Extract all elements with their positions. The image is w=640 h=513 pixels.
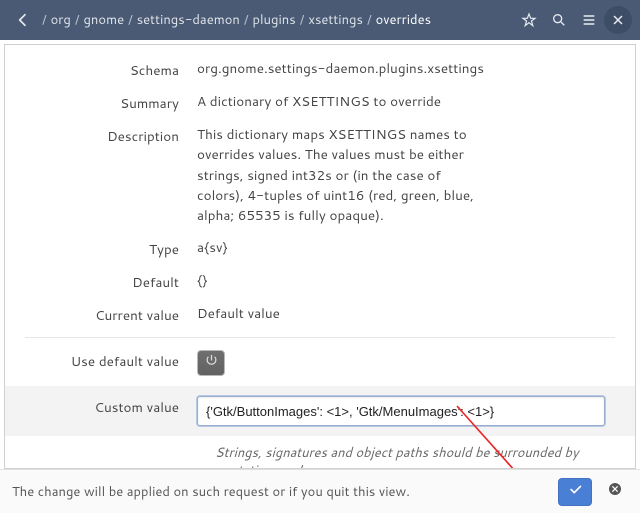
row-custom-value: Custom value <box>5 386 635 436</box>
crumb-plugins[interactable]: plugins <box>252 11 295 29</box>
power-icon <box>204 353 219 374</box>
search-button[interactable] <box>544 5 574 35</box>
crumb-xsettings[interactable]: xsettings <box>308 11 363 29</box>
custom-value-hint: Strings, signatures and object paths sho… <box>5 436 635 469</box>
row-description: Description This dictionary maps XSETTIN… <box>25 119 615 232</box>
use-default-toggle[interactable] <box>197 350 225 376</box>
value-summary: A dictionary of XSETTINGS to override <box>197 92 615 113</box>
back-button[interactable] <box>8 5 38 35</box>
bookmark-button[interactable] <box>514 5 544 35</box>
footer-message: The change will be applied on such reque… <box>12 483 558 501</box>
value-default: {} <box>197 271 615 292</box>
label-type: Type <box>25 238 197 259</box>
close-window-button[interactable] <box>604 6 632 34</box>
value-description: This dictionary maps XSETTINGS names to … <box>197 125 497 226</box>
row-default: Default {} <box>25 265 615 298</box>
label-default: Default <box>25 271 197 292</box>
apply-button[interactable] <box>558 478 592 506</box>
label-current: Current value <box>25 304 197 325</box>
crumb-settings-daemon[interactable]: settings-daemon <box>137 11 240 29</box>
label-use-default: Use default value <box>25 350 197 376</box>
crumb-gnome[interactable]: gnome <box>83 11 124 29</box>
row-type: Type a{sv} <box>25 232 615 265</box>
label-description: Description <box>25 125 197 226</box>
row-use-default: Use default value <box>25 337 615 382</box>
dismiss-button[interactable] <box>602 479 628 505</box>
value-schema: org.gnome.settings-daemon.plugins.xsetti… <box>197 59 615 80</box>
label-summary: Summary <box>25 92 197 113</box>
row-schema: Schema org.gnome.settings-daemon.plugins… <box>25 53 615 86</box>
value-current: Default value <box>197 304 615 325</box>
row-summary: Summary A dictionary of XSETTINGS to ove… <box>25 86 615 119</box>
crumb-overrides[interactable]: overrides <box>376 11 431 29</box>
menu-button[interactable] <box>574 5 604 35</box>
close-icon <box>607 481 623 502</box>
custom-value-input[interactable] <box>197 396 605 426</box>
check-icon <box>568 482 583 502</box>
row-current: Current value Default value <box>25 298 615 331</box>
breadcrumb: / org / gnome / settings-daemon / plugin… <box>42 11 514 29</box>
header-bar: / org / gnome / settings-daemon / plugin… <box>0 0 640 40</box>
label-schema: Schema <box>25 59 197 80</box>
content-panel: Schema org.gnome.settings-daemon.plugins… <box>4 44 636 469</box>
crumb-org[interactable]: org <box>51 11 71 29</box>
value-type: a{sv} <box>197 238 615 259</box>
label-custom: Custom value <box>25 396 197 426</box>
footer-bar: The change will be applied on such reque… <box>0 469 640 513</box>
